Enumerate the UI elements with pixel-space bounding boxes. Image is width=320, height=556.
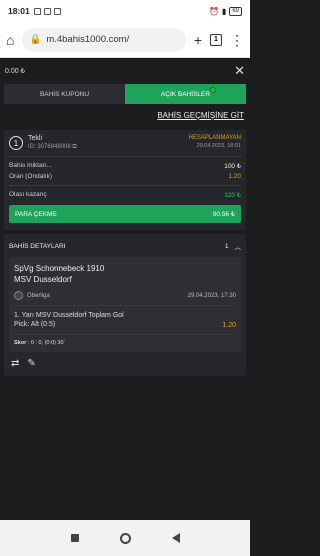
- bet-status: HESAPLANMAYAN: [188, 135, 241, 141]
- home-nav-icon[interactable]: [119, 532, 131, 544]
- status-time: 18:01: [8, 6, 30, 16]
- market-name: 1. Yarı MSV Dusseldorf Toplam Gol: [14, 312, 124, 319]
- back-icon[interactable]: [171, 533, 180, 543]
- divider: [9, 185, 241, 186]
- stake-value: 100 ₺: [224, 163, 241, 170]
- bet-type: Tekli: [28, 135, 43, 142]
- odds-label: Oran (Ondalık): [9, 173, 52, 180]
- battery-icon: 69: [229, 6, 242, 16]
- new-tab-icon[interactable]: +: [194, 33, 202, 47]
- betslip-tabs: BAHİS KUPONU AÇIK BAHİSLER: [4, 84, 246, 104]
- divider: [14, 334, 236, 335]
- more-menu-icon[interactable]: ⋮: [230, 33, 244, 47]
- notification-icon: [33, 7, 41, 15]
- cashout-button[interactable]: PARA ÇEKME 90.56 ₺: [9, 205, 241, 223]
- address-bar[interactable]: 🔒 m.4bahis1000.com/: [22, 27, 186, 52]
- url-text: m.4bahis1000.com/: [46, 34, 130, 45]
- cashout-label: PARA ÇEKME: [15, 210, 57, 218]
- bet-details-card: BAHİS DETAYLARI 1 ︿ SpVg Schonnebeck 191…: [4, 234, 246, 376]
- edit-icon[interactable]: ✎: [27, 358, 35, 369]
- home-icon[interactable]: ⌂: [6, 33, 14, 47]
- pick: Pick: Alt (0.5): [14, 321, 56, 328]
- bet-datetime: 29.04.2023, 18:01: [196, 143, 241, 149]
- bet-count-badge: 1: [9, 136, 23, 150]
- germany-flag-icon: [14, 291, 23, 300]
- status-bar: 18:01 ⏰ ▮ 69: [0, 0, 250, 22]
- signal-icon: ▮: [221, 6, 227, 16]
- tab-count-button[interactable]: 1: [210, 33, 222, 46]
- lock-icon: 🔒: [29, 34, 42, 45]
- stake-label: Bahis miktarı...: [9, 162, 52, 169]
- league-name: Oberliga: [27, 292, 50, 299]
- tab-open-bets-label: AÇIK BAHİSLER: [160, 90, 211, 98]
- divider: [14, 305, 236, 306]
- notification-icon: [43, 7, 51, 15]
- details-count: 1: [224, 242, 229, 250]
- tab-open-bets[interactable]: AÇIK BAHİSLER: [125, 84, 246, 104]
- balance: 0.00 ₺: [5, 68, 26, 75]
- indicator-dot-icon: [210, 87, 216, 93]
- close-icon[interactable]: ✕: [234, 63, 245, 79]
- selection-odds: 1.20: [222, 322, 236, 329]
- match-date: 29.04.2023, 17:30: [187, 292, 236, 299]
- browser-toolbar: ⌂ 🔒 m.4bahis1000.com/ + 1 ⋮: [0, 22, 250, 58]
- odds-value: 1.20: [228, 173, 241, 180]
- score-label: Skor: [14, 340, 27, 346]
- selection-item: SpVg Schonnebeck 1910 MSV Dusseldorf Obe…: [9, 257, 241, 352]
- bet-history-link[interactable]: BAHİS GEÇMİŞİNE GİT: [0, 104, 250, 126]
- bet-details-header[interactable]: BAHİS DETAYLARI 1 ︿: [9, 239, 241, 257]
- potential-win-value: 120 ₺: [224, 192, 241, 199]
- notification-icon: [53, 7, 61, 15]
- chevron-up-icon[interactable]: ︿: [235, 241, 242, 251]
- alarm-icon: ⏰: [208, 6, 219, 16]
- home-team: SpVg Schonnebeck 1910: [14, 264, 105, 273]
- away-team: MSV Dusseldorf: [14, 275, 72, 284]
- potential-win-label: Olası kazanç: [9, 191, 47, 198]
- copy-icon[interactable]: ⧉: [72, 144, 76, 150]
- score-value: : 0 : 0, (0:0) 30`: [27, 340, 66, 346]
- tab-bet-slip[interactable]: BAHİS KUPONU: [4, 84, 125, 104]
- bet-details-title: BAHİS DETAYLARI: [9, 242, 66, 250]
- repeat-icon[interactable]: ⇄: [11, 358, 19, 369]
- system-nav-bar: [0, 520, 250, 556]
- recents-icon[interactable]: [70, 534, 79, 542]
- cashout-value: 90.56 ₺: [212, 211, 235, 218]
- bet-id: ID: 3076948008: [28, 144, 71, 150]
- bet-card: 1 Tekli ID: 3076948008 ⧉ HESAPLANMAYAN 2…: [4, 130, 246, 230]
- divider: [9, 156, 241, 157]
- betslip-page: 0.00 ₺ ✕ BAHİS KUPONU AÇIK BAHİSLER BAHİ…: [0, 58, 250, 520]
